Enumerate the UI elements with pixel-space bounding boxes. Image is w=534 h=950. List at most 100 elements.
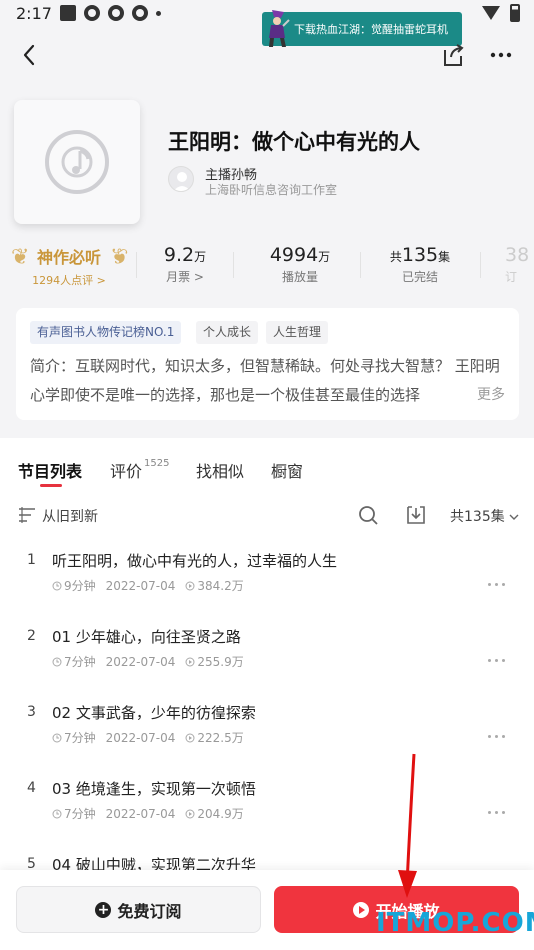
rating-badge[interactable]: 神作必听 1294人点评 > <box>24 244 114 288</box>
intro-more-link[interactable]: 更多 <box>473 384 505 404</box>
episode-duration: 7分钟 <box>64 655 96 669</box>
notification-icon <box>84 5 100 21</box>
episode-item[interactable]: 2 01 少年雄心，向往圣贤之路 7分钟 2022-07-04 255.9万 <box>0 628 534 704</box>
sort-order-button[interactable]: 从旧到新 <box>42 506 98 526</box>
episode-date: 2022-07-04 <box>105 578 176 593</box>
chevron-down-icon <box>509 514 519 520</box>
play-count-icon <box>185 809 195 818</box>
sort-icon[interactable] <box>18 507 36 523</box>
play-count-icon <box>185 581 195 590</box>
episode-range-selector[interactable]: 共135集 <box>450 506 519 526</box>
clock-icon <box>52 733 62 742</box>
subscribers-value: 38 <box>505 244 530 266</box>
system-icons <box>482 4 520 22</box>
battery-icon <box>510 4 520 22</box>
tab-episodes[interactable]: 节目列表 <box>18 458 82 482</box>
episode-more-button[interactable] <box>488 808 510 816</box>
play-count-label: 播放量 <box>281 270 318 284</box>
episode-duration: 7分钟 <box>64 731 96 745</box>
intro-text: 简介：互联网时代，知识太多，但智慧稀缺。何处寻找大智慧？ 王阳明心学即使不是唯一… <box>30 357 500 404</box>
wifi-icon <box>482 6 500 20</box>
episode-index: 2 <box>27 628 36 644</box>
completion-status: 已完结 <box>401 270 438 284</box>
badge-title: 神作必听 <box>36 248 101 267</box>
ranking-tag[interactable]: 有声图书人物传记榜NO.1 <box>30 321 182 344</box>
tab-showcase[interactable]: 橱窗 <box>271 458 303 482</box>
clock-icon <box>52 809 62 818</box>
more-notifications-icon <box>156 10 161 16</box>
episode-title[interactable]: 02 文事武备，少年的彷徨探索 <box>52 702 256 723</box>
album-cover[interactable] <box>14 100 140 224</box>
back-button[interactable] <box>14 40 44 70</box>
episode-more-button[interactable] <box>488 656 510 664</box>
episode-meta: 9分钟 2022-07-04 384.2万 <box>52 577 244 594</box>
episodes-prefix: 共 <box>389 250 402 264</box>
subscribers-label: 订 <box>505 270 518 284</box>
monthly-ticket-stat[interactable]: 9.2万 月票 > <box>145 244 225 285</box>
search-icon[interactable] <box>358 505 378 525</box>
monthly-ticket-unit: 万 <box>194 250 207 264</box>
narrator-avatar[interactable] <box>168 166 194 192</box>
episodes-unit: 集 <box>438 250 451 264</box>
tab-reviews-label: 评价 <box>110 462 143 481</box>
chevron-left-icon <box>23 44 35 66</box>
ad-text: 下载热血江湖：觉醒抽雷蛇耳机 <box>294 23 448 36</box>
more-horizontal-icon <box>490 52 512 58</box>
episode-item[interactable]: 4 03 绝境逢生，实现第一次顿悟 7分钟 2022-07-04 204.9万 <box>0 780 534 856</box>
review-count: 1294人点评 > <box>32 274 106 287</box>
notification-icon <box>108 5 124 21</box>
episode-plays: 204.9万 <box>197 807 244 821</box>
more-options-button[interactable] <box>486 40 516 70</box>
episode-title[interactable]: 听王阳明，做心中有光的人，过幸福的人生 <box>52 550 337 571</box>
download-icon[interactable] <box>405 504 427 526</box>
episode-date: 2022-07-04 <box>105 806 176 821</box>
ad-banner[interactable]: 下载热血江湖：觉醒抽雷蛇耳机 <box>262 10 462 47</box>
intro-card[interactable]: 有声图书人物传记榜NO.1 个人成长 人生哲理 简介：互联网时代，知识太多，但智… <box>16 308 519 420</box>
episode-item[interactable]: 3 02 文事武备，少年的彷徨探索 7分钟 2022-07-04 222.5万 <box>0 704 534 780</box>
category-tag[interactable]: 个人成长 <box>196 321 259 344</box>
plus-icon: + <box>95 901 112 918</box>
play-count-icon <box>185 733 195 742</box>
play-count-icon <box>185 657 195 666</box>
episode-plays: 255.9万 <box>197 655 244 669</box>
clock-icon <box>52 657 62 666</box>
album-title: 王阳明：做个心中有光的人 <box>168 130 420 154</box>
subscribe-button[interactable]: + 免费订阅 <box>16 886 261 933</box>
episode-index: 4 <box>27 780 36 796</box>
play-count-stat: 4994万 播放量 <box>255 244 345 285</box>
episode-more-button[interactable] <box>488 732 510 740</box>
review-count-badge: 1525 <box>144 458 170 469</box>
episode-range-label: 共135集 <box>450 509 505 525</box>
episode-index: 1 <box>27 552 36 568</box>
category-tag[interactable]: 人生哲理 <box>266 321 329 344</box>
episode-plays: 222.5万 <box>197 731 244 745</box>
play-count-unit: 万 <box>318 250 331 264</box>
play-icon <box>353 901 370 918</box>
episode-duration: 9分钟 <box>64 579 96 593</box>
clock-icon <box>52 581 62 590</box>
watermark: ITMOP.COM <box>376 908 534 938</box>
episode-title[interactable]: 01 少年雄心，向往圣贤之路 <box>52 626 241 647</box>
episode-item[interactable]: 1 听王阳明，做心中有光的人，过幸福的人生 9分钟 2022-07-04 384… <box>0 552 534 628</box>
app-notification-icon <box>60 5 76 21</box>
share-icon[interactable] <box>440 42 466 68</box>
episode-meta: 7分钟 2022-07-04 204.9万 <box>52 805 244 822</box>
divider <box>233 252 234 278</box>
episode-index: 3 <box>27 704 36 720</box>
episode-date: 2022-07-04 <box>105 730 176 745</box>
tab-similar[interactable]: 找相似 <box>196 458 244 482</box>
album-placeholder-icon <box>45 130 109 194</box>
tab-reviews[interactable]: 评价 1525 <box>110 458 169 482</box>
divider <box>360 252 361 278</box>
episodes-stat: 共135集 已完结 <box>375 244 465 285</box>
episode-more-button[interactable] <box>488 580 510 588</box>
monthly-ticket-value: 9.2 <box>163 244 195 266</box>
episode-title[interactable]: 03 绝境逢生，实现第一次顿悟 <box>52 778 256 799</box>
subscribers-stat: 38 订 <box>505 244 534 285</box>
episode-meta: 7分钟 2022-07-04 222.5万 <box>52 729 244 746</box>
divider <box>136 252 137 278</box>
episode-duration: 7分钟 <box>64 807 96 821</box>
divider <box>480 252 481 278</box>
play-count-value: 4994 <box>269 244 319 266</box>
publisher-name: 上海卧听信息咨询工作室 <box>205 183 338 197</box>
